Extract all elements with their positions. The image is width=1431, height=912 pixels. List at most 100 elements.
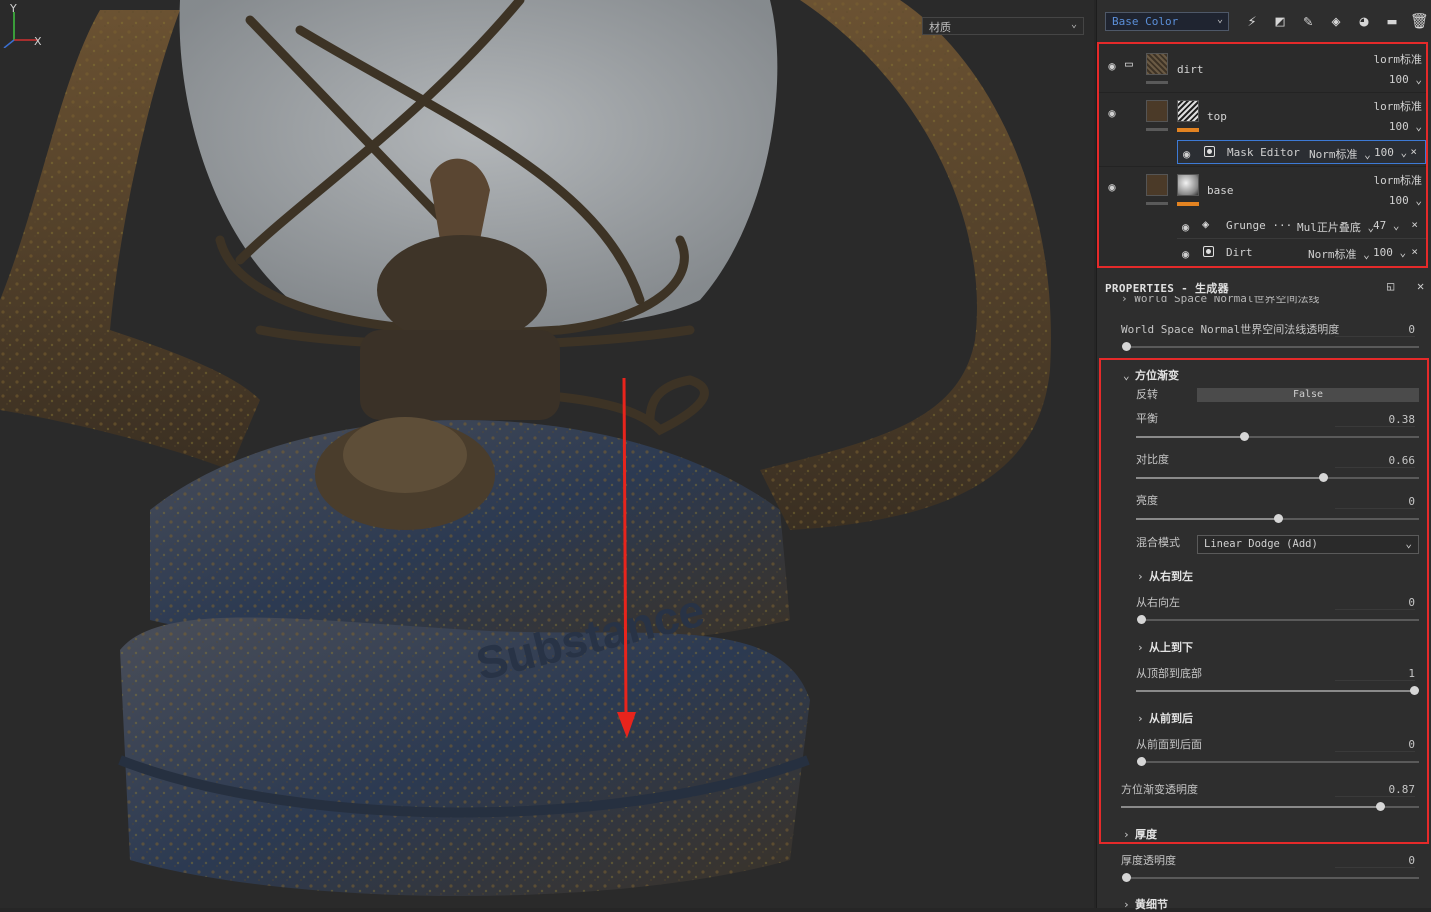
- thickness-opacity-slider[interactable]: [1122, 873, 1419, 882]
- layer-blend-mode[interactable]: lorm标准: [1374, 172, 1423, 188]
- effect-opacity[interactable]: 100 ⌄: [1373, 246, 1406, 259]
- slider-knob[interactable]: [1273, 514, 1283, 523]
- section-position-gradient[interactable]: ⌄ 方位渐变: [1123, 367, 1179, 383]
- layer-opacity[interactable]: 100 ⌄: [1389, 73, 1422, 86]
- trash-icon[interactable]: 🗑: [1410, 12, 1429, 30]
- slider-knob[interactable]: [1137, 757, 1146, 766]
- effect-blend-mode[interactable]: Norm标准 ⌄: [1309, 146, 1371, 162]
- ttb-slider[interactable]: [1136, 686, 1419, 695]
- effect-name: Grunge ···: [1226, 219, 1293, 232]
- visibility-eye-icon[interactable]: ◉: [1104, 181, 1120, 193]
- section-detail[interactable]: › 黄细节: [1123, 896, 1168, 912]
- brush-icon[interactable]: ✎: [1299, 12, 1317, 30]
- layer-mask-thumbnail: [1146, 174, 1168, 196]
- section-thickness[interactable]: › 厚度: [1123, 826, 1157, 842]
- ttb-value[interactable]: 1: [1335, 667, 1415, 681]
- mask-icon[interactable]: ◩: [1271, 12, 1289, 30]
- effect-grunge[interactable]: ◉ ◈ Grunge ··· Mul正片叠底 ⌄ 47 ⌄ ×: [1177, 214, 1426, 239]
- brightness-slider[interactable]: [1136, 514, 1419, 523]
- wsn-opacity-slider[interactable]: [1122, 342, 1419, 351]
- section-top-to-bottom[interactable]: › 从上到下: [1137, 639, 1193, 655]
- layer-thumbnail: [1146, 53, 1168, 75]
- magic-wand-icon[interactable]: ⚡: [1243, 12, 1261, 30]
- chevron-right-icon: ›: [1123, 898, 1130, 911]
- contrast-label: 对比度: [1136, 453, 1169, 466]
- popout-icon[interactable]: ◱: [1387, 279, 1394, 293]
- ftb-slider[interactable]: [1137, 757, 1419, 766]
- section-title: 从上到下: [1149, 641, 1193, 654]
- contrast-slider[interactable]: [1136, 473, 1419, 482]
- rtl-slider[interactable]: [1137, 615, 1419, 624]
- slider-knob[interactable]: [1122, 873, 1131, 882]
- visibility-eye-icon[interactable]: ◉: [1182, 247, 1189, 261]
- brightness-value[interactable]: 0: [1335, 495, 1415, 509]
- gradient-opacity-label: 方位渐变透明度: [1121, 783, 1198, 796]
- balance-label: 平衡: [1136, 412, 1158, 425]
- close-icon[interactable]: ×: [1411, 218, 1418, 231]
- effect-dirt[interactable]: ◉ Dirt Norm标准 ⌄ 100 ⌄ ×: [1177, 241, 1426, 265]
- layer-blend-mode[interactable]: lorm标准: [1374, 98, 1423, 114]
- fill-icon[interactable]: ◈: [1327, 12, 1345, 30]
- properties-title: PROPERTIES - 生成器: [1105, 282, 1229, 295]
- layer-dirt[interactable]: ◉ ▭ dirt lorm标准 100 ⌄: [1099, 44, 1426, 93]
- rtl-value[interactable]: 0: [1335, 596, 1415, 610]
- section-front-to-back[interactable]: › 从前到后: [1137, 710, 1193, 726]
- effect-blend-mode[interactable]: Norm标准 ⌄: [1308, 246, 1370, 262]
- chevron-down-icon: ⌄: [1070, 19, 1077, 30]
- layer-thumb-bar: [1146, 202, 1168, 205]
- blend-mode-dropdown[interactable]: Linear Dodge (Add) ⌄: [1197, 535, 1419, 554]
- layer-color-bar: [1177, 128, 1199, 132]
- layer-top[interactable]: ◉ top lorm标准 100 ⌄ ◉ Mask Editor Norm标准 …: [1099, 92, 1426, 167]
- brightness-label: 亮度: [1136, 494, 1158, 507]
- ftb-label: 从前面到后面: [1136, 738, 1202, 751]
- slider-fill: [1136, 690, 1414, 692]
- slider-knob[interactable]: [1137, 615, 1146, 624]
- chevron-right-icon: ›: [1123, 828, 1130, 841]
- slider-knob[interactable]: [1122, 342, 1131, 351]
- wsn-opacity-value[interactable]: 0: [1335, 323, 1415, 337]
- cutoff-section-label: World Space Normal世界空间法线: [1134, 296, 1320, 305]
- layer-opacity[interactable]: 100 ⌄: [1389, 120, 1422, 133]
- slider-knob[interactable]: [1318, 473, 1328, 482]
- slider-knob[interactable]: [1410, 686, 1419, 695]
- close-icon[interactable]: ×: [1411, 245, 1418, 258]
- blend-mode-label: 混合模式: [1136, 536, 1180, 549]
- visibility-eye-icon[interactable]: ◉: [1104, 60, 1120, 72]
- ttb-label: 从顶部到底部: [1136, 667, 1202, 680]
- layer-opacity[interactable]: 100 ⌄: [1389, 194, 1422, 207]
- section-title: 从前到后: [1149, 712, 1193, 725]
- contrast-value[interactable]: 0.66: [1335, 454, 1415, 468]
- thickness-opacity-value[interactable]: 0: [1335, 854, 1415, 868]
- ftb-value[interactable]: 0: [1335, 738, 1415, 752]
- slider-knob[interactable]: [1239, 432, 1249, 441]
- rtl-label: 从右向左: [1136, 596, 1180, 609]
- palette-icon[interactable]: ◕: [1355, 12, 1373, 30]
- close-icon[interactable]: ✕: [1417, 279, 1424, 293]
- effect-opacity[interactable]: 100 ⌄: [1374, 146, 1407, 159]
- effect-mask-editor[interactable]: ◉ Mask Editor Norm标准 ⌄ 100 ⌄ ×: [1177, 140, 1426, 164]
- close-icon[interactable]: ×: [1410, 145, 1417, 158]
- layer-blend-mode[interactable]: lorm标准: [1374, 51, 1423, 67]
- balance-value[interactable]: 0.38: [1335, 413, 1415, 427]
- visibility-eye-icon[interactable]: ◉: [1182, 220, 1189, 234]
- material-select[interactable]: 材质 ⌄: [922, 17, 1084, 35]
- invert-toggle[interactable]: False: [1197, 388, 1419, 402]
- section-title: 厚度: [1135, 828, 1157, 841]
- folder-icon[interactable]: ▬: [1383, 12, 1401, 30]
- visibility-eye-icon[interactable]: ◉: [1183, 147, 1190, 161]
- effect-blend-mode[interactable]: Mul正片叠底 ⌄: [1297, 219, 1374, 235]
- gradient-opacity-value[interactable]: 0.87: [1335, 783, 1415, 797]
- effect-blend-value: Norm标准: [1308, 248, 1357, 261]
- layer-name: top: [1207, 110, 1227, 123]
- slider-fill: [1136, 436, 1244, 438]
- gradient-opacity-slider[interactable]: [1121, 802, 1419, 811]
- channel-select[interactable]: Base Color ⌄: [1105, 12, 1229, 31]
- section-title: 黄细节: [1135, 898, 1168, 911]
- effect-opacity[interactable]: 47 ⌄: [1373, 219, 1400, 232]
- visibility-eye-icon[interactable]: ◉: [1104, 107, 1120, 119]
- layer-base[interactable]: ◉ base lorm标准 100 ⌄ ◉ ◈ Grunge ··· Mul正片…: [1099, 166, 1426, 268]
- slider-fill: [1136, 518, 1278, 520]
- balance-slider[interactable]: [1136, 432, 1419, 441]
- 3d-viewport[interactable]: Substance 材质 ⌄ Y X: [0, 0, 1094, 908]
- section-right-to-left[interactable]: › 从右到左: [1137, 568, 1193, 584]
